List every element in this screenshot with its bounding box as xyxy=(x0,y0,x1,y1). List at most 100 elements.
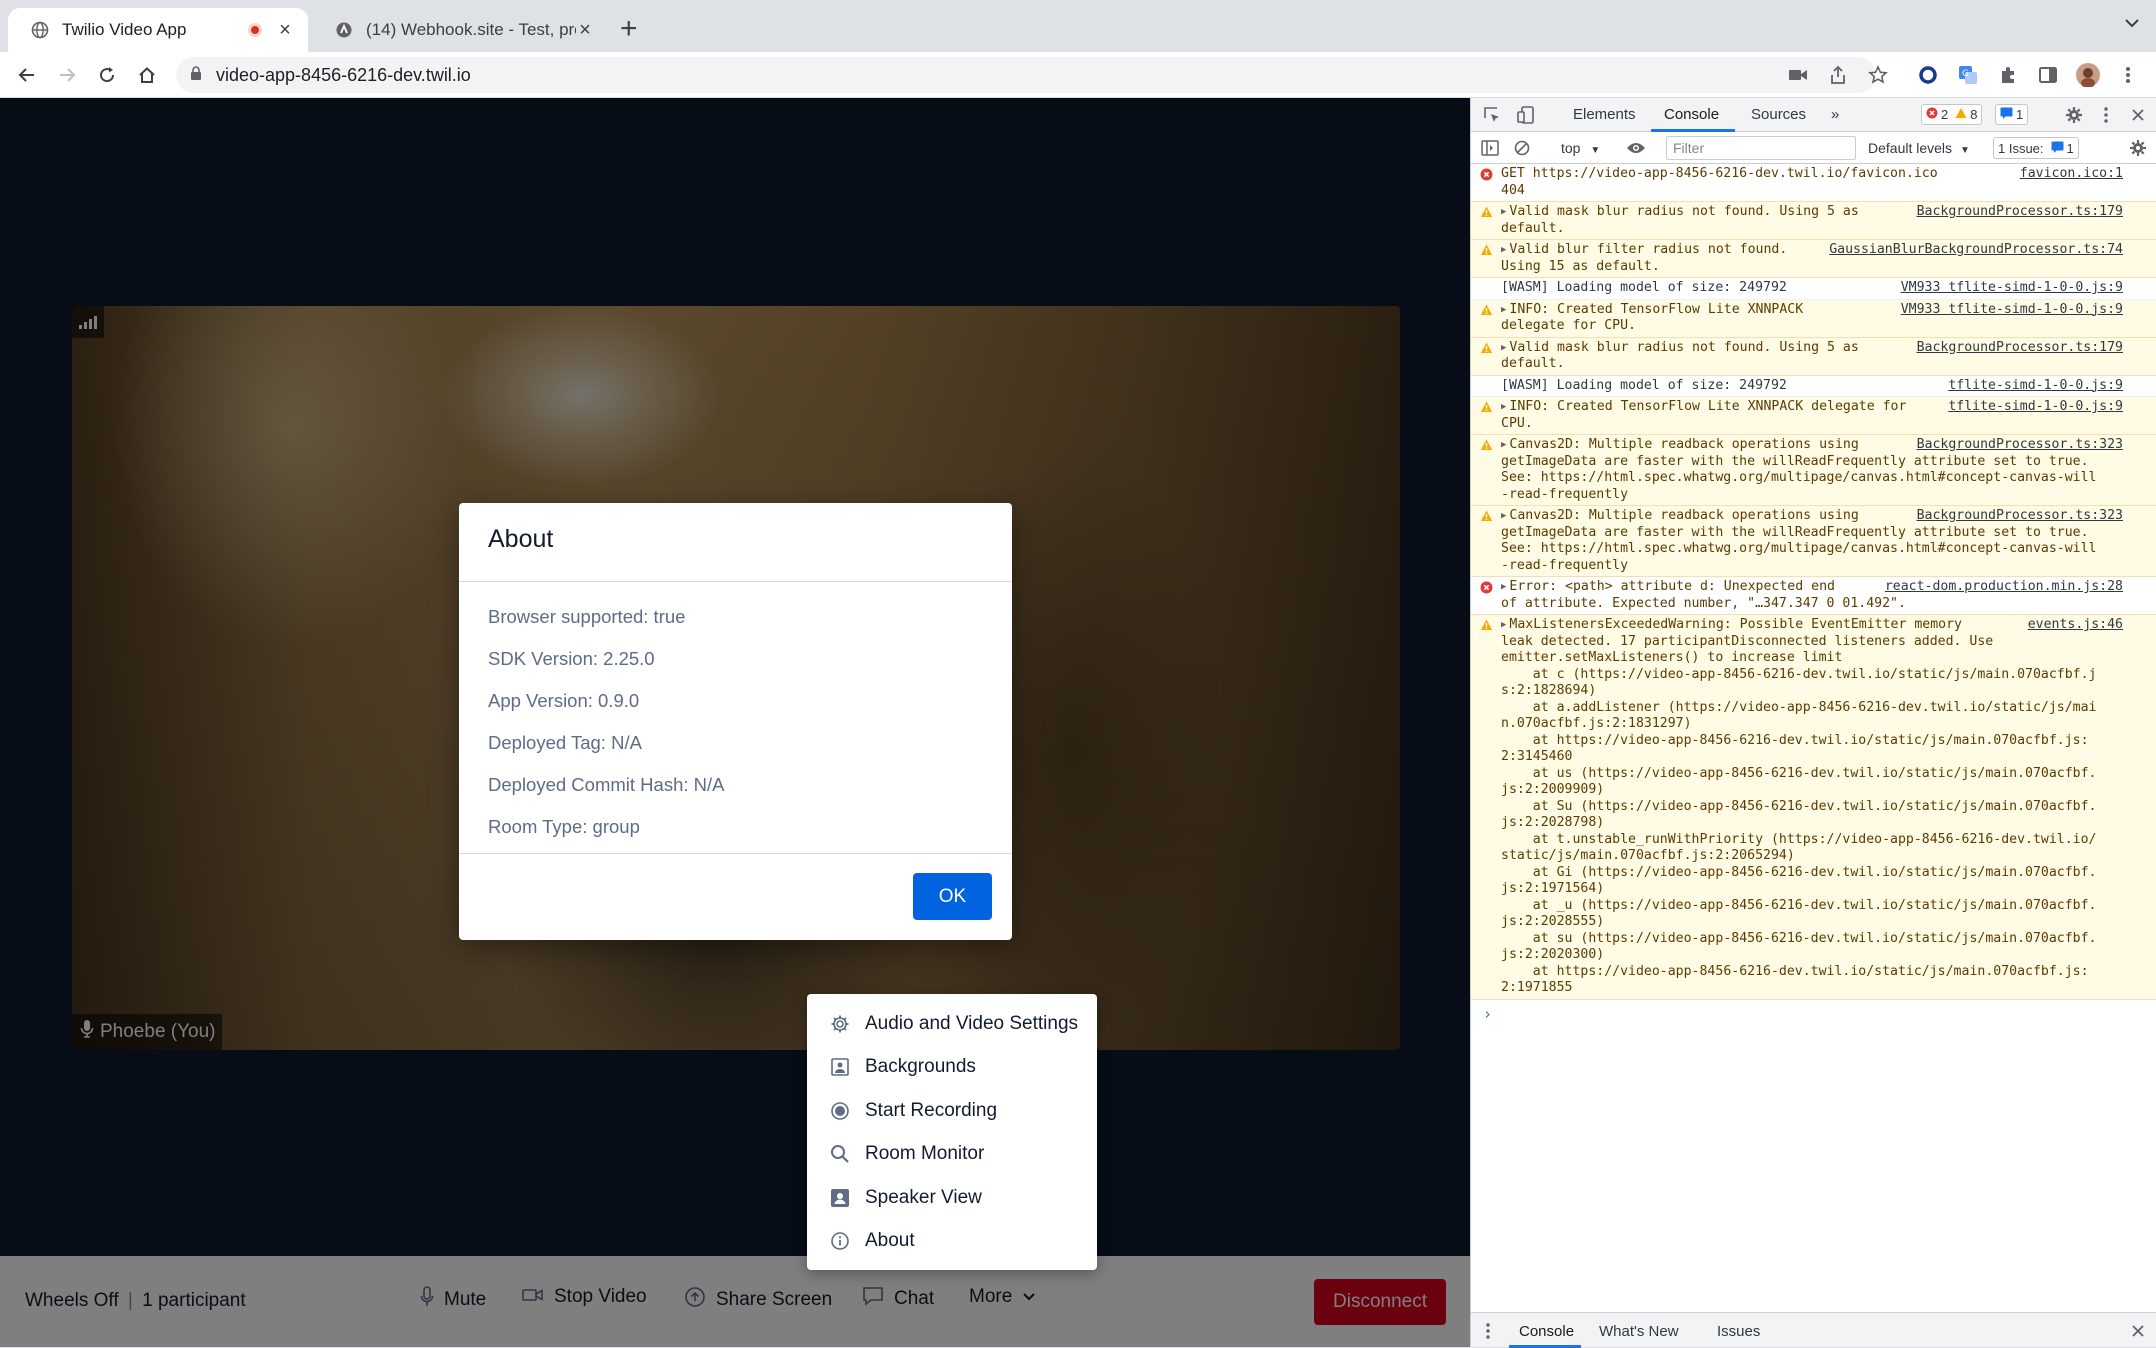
settings-gear-icon[interactable] xyxy=(2063,104,2085,126)
menu-item-start-recording[interactable]: Start Recording xyxy=(807,1089,1097,1133)
menu-item-about[interactable]: About xyxy=(807,1220,1097,1264)
extension-circle-icon[interactable] xyxy=(1916,63,1940,87)
console-source-link[interactable]: tflite-simd-1-0-0.js:9 xyxy=(1940,377,2123,394)
drawer-tab-console[interactable]: Console xyxy=(1519,1323,1574,1340)
expand-triangle-icon[interactable]: ▶ xyxy=(1501,340,1506,357)
expand-triangle-icon[interactable]: ▶ xyxy=(1501,302,1506,319)
console-source-link[interactable]: VM933 tflite-simd-1-0-0.js:9 xyxy=(1892,280,2123,297)
browser-tab-webhook[interactable]: (14) Webhook.site - Test, proc × xyxy=(312,8,608,52)
translate-extension-icon[interactable]: G xyxy=(1956,63,1980,87)
console-message-text: [WASM] Loading model of size: 249792 xyxy=(1501,280,1787,295)
expand-triangle-icon[interactable]: ▶ xyxy=(1501,242,1506,259)
error-warning-counter[interactable]: 2 8 xyxy=(1921,104,1983,125)
browser-tab-twilio[interactable]: Twilio Video App × xyxy=(8,8,308,52)
new-tab-button[interactable]: + xyxy=(620,14,638,44)
console-message-warn[interactable]: ▶ Valid blur filter radius not found. Usi… xyxy=(1471,240,2156,278)
expand-triangle-icon[interactable]: ▶ xyxy=(1501,508,1506,525)
close-tab-icon[interactable]: × xyxy=(276,19,294,42)
devtools-tab-console[interactable]: Console xyxy=(1664,106,1719,123)
console-prompt-icon[interactable]: › xyxy=(1471,1000,2156,1023)
console-message-warn[interactable]: ▶ Valid mask blur radius not found. Using… xyxy=(1471,202,2156,240)
expand-triangle-icon[interactable]: ▶ xyxy=(1501,204,1506,221)
devtools-tab-sources[interactable]: Sources xyxy=(1751,106,1806,123)
warning-icon xyxy=(1479,509,1493,523)
expand-triangle-icon[interactable]: ▶ xyxy=(1501,437,1506,454)
close-tab-icon[interactable]: × xyxy=(576,19,594,42)
extensions-puzzle-icon[interactable] xyxy=(1996,63,2020,87)
expand-triangle-icon[interactable]: ▶ xyxy=(1501,617,1506,634)
devtools-tab-elements[interactable]: Elements xyxy=(1573,106,1636,123)
menu-item-label: Start Recording xyxy=(865,1099,998,1121)
console-message-text: Valid mask blur radius not found. Using … xyxy=(1501,339,1859,372)
lock-icon[interactable] xyxy=(190,65,202,86)
console-message-info: [WASM] Loading model of size: 249792 VM93… xyxy=(1471,278,2156,300)
context-selector[interactable]: top ▼ xyxy=(1561,140,1600,156)
bookmark-star-icon[interactable] xyxy=(1866,63,1890,87)
expand-triangle-icon[interactable]: ▶ xyxy=(1501,399,1506,416)
sidebar-toggle-icon[interactable] xyxy=(1479,137,1501,159)
side-panel-icon[interactable] xyxy=(2036,63,2060,87)
console-filter-input[interactable]: Filter xyxy=(1666,136,1856,160)
console-source-link[interactable]: BackgroundProcessor.ts:323 xyxy=(1908,437,2123,454)
forward-button[interactable] xyxy=(52,60,82,90)
console-message-warn[interactable]: ▶ Valid mask blur radius not found. Using… xyxy=(1471,337,2156,376)
console-message-warn[interactable]: ▶ Canvas2D: Multiple readback operations … xyxy=(1471,506,2156,577)
tab-search-chevron-icon[interactable] xyxy=(2124,16,2140,34)
image-icon xyxy=(829,1056,851,1078)
log-levels-dropdown[interactable]: Default levels ▼ xyxy=(1868,140,1970,156)
issues-counter[interactable]: 1 Issue: 1 xyxy=(1993,137,2079,159)
console-source-link[interactable]: BackgroundProcessor.ts:179 xyxy=(1908,204,2123,221)
console-source-link[interactable]: VM933 tflite-simd-1-0-0.js:9 xyxy=(1892,301,2123,318)
drawer-menu-icon[interactable] xyxy=(1477,1320,1499,1342)
drawer-tab-issues[interactable]: Issues xyxy=(1717,1323,1760,1340)
close-drawer-icon[interactable] xyxy=(2127,1320,2149,1342)
more-tabs-chevron-icon[interactable]: » xyxy=(1831,106,1839,123)
browser-tab-strip: Twilio Video App × (14) Webhook.site - T… xyxy=(0,0,2156,52)
device-toolbar-icon[interactable] xyxy=(1515,104,1537,126)
inspect-element-icon[interactable] xyxy=(1481,104,1503,126)
close-devtools-icon[interactable] xyxy=(2127,104,2149,126)
menu-item-backgrounds[interactable]: Backgrounds xyxy=(807,1046,1097,1090)
console-source-link[interactable]: events.js:46 xyxy=(2019,617,2123,634)
console-message-text: INFO: Created TensorFlow Lite XNNPACK de… xyxy=(1501,399,1907,431)
console-source-link[interactable]: GaussianBlurBackgroundProcessor.ts:74 xyxy=(1821,242,2123,259)
console-message-warn[interactable]: ▶ INFO: Created TensorFlow Lite XNNPACK d… xyxy=(1471,299,2156,338)
devtools-menu-icon[interactable] xyxy=(2095,104,2117,126)
camera-in-use-icon[interactable] xyxy=(1786,63,1810,87)
menu-item-speaker-view[interactable]: Speaker View xyxy=(807,1176,1097,1220)
menu-item-label: Speaker View xyxy=(865,1186,982,1208)
console-source-link[interactable]: BackgroundProcessor.ts:323 xyxy=(1908,508,2123,525)
share-icon[interactable] xyxy=(1826,63,1850,87)
back-button[interactable] xyxy=(12,60,42,90)
drawer-tab-whats-new[interactable]: What's New xyxy=(1599,1323,1679,1340)
address-bar[interactable]: video-app-8456-6216-dev.twil.io xyxy=(176,57,1876,93)
video-app: Phoebe (You) Wheels Off | 1 participant … xyxy=(0,98,1470,1347)
console-log: GET https://video-app-8456-6216-dev.twil… xyxy=(1471,164,2156,1308)
expand-triangle-icon[interactable]: ▶ xyxy=(1501,579,1506,596)
tab-title: Twilio Video App xyxy=(62,20,187,39)
reload-button[interactable] xyxy=(92,60,122,90)
console-settings-gear-icon[interactable] xyxy=(2127,137,2149,159)
console-message-error[interactable]: ▶ Error: <path> attribute d: Unexpected e… xyxy=(1471,577,2156,615)
console-message-warn[interactable]: ▶ MaxListenersExceededWarning: Possible E… xyxy=(1471,615,2156,1000)
ok-button[interactable]: OK xyxy=(913,873,992,920)
console-source-link[interactable]: tflite-simd-1-0-0.js:9 xyxy=(1940,399,2123,416)
messages-counter[interactable]: 1 xyxy=(1995,104,2029,125)
menu-item-audio-video-settings[interactable]: Audio and Video Settings xyxy=(807,1002,1097,1046)
svg-text:G: G xyxy=(1962,69,1969,79)
console-source-link[interactable]: favicon.ico:1 xyxy=(2012,166,2123,183)
log-levels-label: Default levels xyxy=(1868,140,1953,156)
warning-icon xyxy=(1479,243,1493,257)
live-expression-eye-icon[interactable] xyxy=(1625,137,1647,159)
console-message-warn[interactable]: ▶ INFO: Created TensorFlow Lite XNNPACK d… xyxy=(1471,397,2156,435)
profile-avatar[interactable] xyxy=(2076,63,2100,87)
error-count: 2 xyxy=(1941,107,1949,122)
browser-menu-icon[interactable] xyxy=(2116,63,2140,87)
clear-console-icon[interactable] xyxy=(1511,137,1533,159)
console-message-warn[interactable]: ▶ Canvas2D: Multiple readback operations … xyxy=(1471,435,2156,506)
console-source-link[interactable]: react-dom.production.min.js:28 xyxy=(1877,579,2123,596)
home-button[interactable] xyxy=(132,60,162,90)
browser-toolbar: video-app-8456-6216-dev.twil.io G xyxy=(0,52,2156,98)
menu-item-room-monitor[interactable]: Room Monitor xyxy=(807,1133,1097,1177)
console-source-link[interactable]: BackgroundProcessor.ts:179 xyxy=(1908,339,2123,356)
